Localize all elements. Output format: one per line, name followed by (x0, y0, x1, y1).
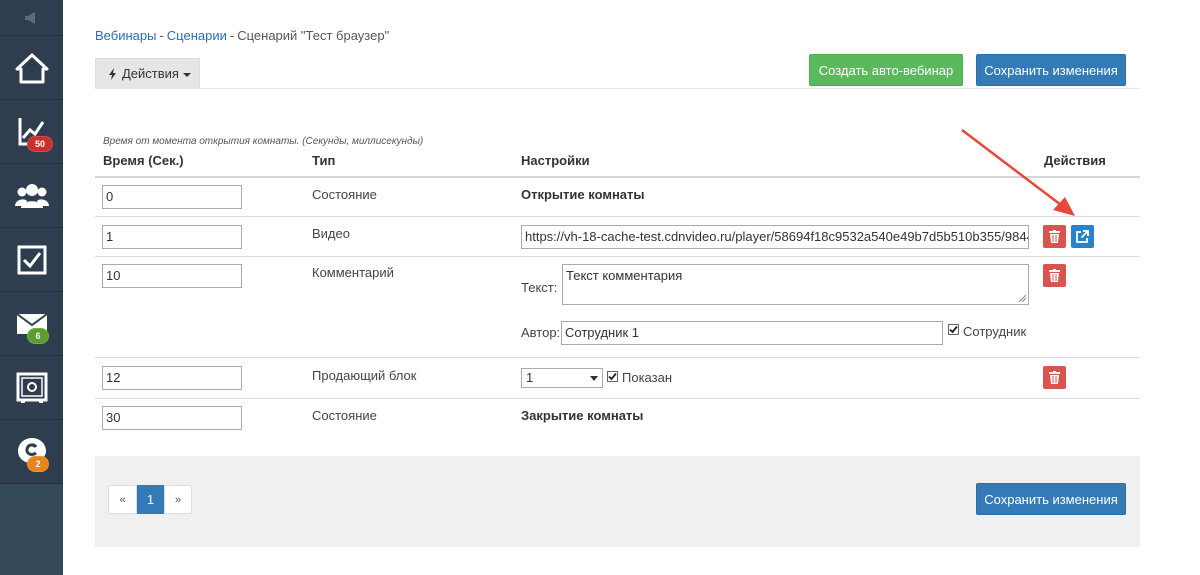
type-label: Продающий блок (312, 368, 417, 383)
breadcrumb-current: Сценарий "Тест браузер" (237, 28, 390, 43)
mail-badge: 6 (27, 328, 49, 344)
sidebar-item-tasks[interactable] (0, 228, 63, 292)
block-select-value: 1 (526, 370, 534, 385)
breadcrumb: Вебинары - Сценарии - Сценарий "Тест браузер… (95, 28, 389, 43)
breadcrumb-scenarios-link[interactable]: Сценарии (167, 28, 227, 43)
setting-label: Открытие комнаты (521, 187, 645, 202)
time-input[interactable]: 1 (102, 225, 242, 249)
safe-icon (16, 372, 47, 403)
sidebar-toggle[interactable] (0, 0, 63, 36)
employee-checkbox[interactable] (948, 324, 959, 335)
breadcrumb-webinars-link[interactable]: Вебинары (95, 28, 156, 43)
time-input[interactable]: 0 (102, 185, 242, 209)
select-arrow-icon (590, 376, 598, 381)
delete-button[interactable] (1043, 264, 1066, 287)
stats-badge: 50 (27, 136, 53, 152)
resize-grip-icon[interactable] (1019, 295, 1026, 302)
pagination-prev[interactable]: « (108, 485, 137, 514)
sidebar-item-stats[interactable]: 50 (0, 100, 63, 164)
setting-label: Закрытие комнаты (521, 408, 644, 423)
chat-badge: 2 (27, 456, 49, 472)
sidebar-item-safe[interactable] (0, 356, 63, 420)
trash-icon (1049, 371, 1060, 384)
time-input[interactable]: 10 (102, 264, 242, 288)
column-header-type: Тип (312, 153, 336, 168)
trash-icon (1049, 230, 1060, 243)
actions-dropdown[interactable]: Действия (95, 58, 200, 88)
comment-text-value: Текст комментария (566, 268, 683, 283)
save-button-bottom[interactable]: Сохранить изменения (976, 483, 1126, 515)
comment-text-input[interactable]: Текст комментария (562, 264, 1029, 305)
column-header-settings: Настройки (521, 153, 590, 168)
users-icon (14, 183, 49, 208)
time-hint: Время от момента открытия комнаты. (Секу… (103, 136, 424, 147)
row-divider (95, 398, 1140, 399)
sidebar-item-chat[interactable]: 2 (0, 420, 63, 484)
delete-button[interactable] (1043, 366, 1066, 389)
pagination-page-1[interactable]: 1 (137, 485, 164, 514)
time-input[interactable]: 12 (102, 366, 242, 390)
sidebar-item-mail[interactable]: 6 (0, 292, 63, 356)
type-label: Состояние (312, 187, 377, 202)
megaphone-icon (24, 11, 35, 24)
time-input[interactable]: 30 (102, 406, 242, 430)
type-label: Видео (312, 226, 350, 241)
comment-text-label: Текст: (521, 280, 558, 295)
checkmark-icon (949, 325, 958, 334)
breadcrumb-separator: - (159, 28, 164, 43)
employee-checkbox-label: Сотрудник (963, 324, 1027, 339)
caret-down-icon (182, 72, 191, 77)
shown-checkbox-label: Показан (622, 370, 673, 385)
actions-dropdown-label: Действия (122, 66, 179, 81)
shown-checkbox[interactable] (607, 371, 618, 382)
annotation-arrow-icon (961, 129, 1075, 216)
toolbar-divider (95, 88, 1140, 89)
open-link-button[interactable] (1071, 225, 1094, 248)
bolt-icon (109, 67, 116, 80)
save-button[interactable]: Сохранить изменения (976, 54, 1126, 86)
home-icon (15, 53, 48, 83)
sidebar-item-home[interactable] (0, 36, 63, 100)
checkbox-icon (17, 245, 46, 274)
pagination: « 1 » (108, 485, 192, 514)
row-divider (95, 256, 1140, 257)
create-auto-webinar-button[interactable]: Создать авто-вебинар (809, 54, 963, 86)
row-divider (95, 357, 1140, 358)
type-label: Комментарий (312, 265, 394, 280)
video-url-input[interactable]: https://vh-18-cache-test.cdnvideo.ru/pla… (521, 225, 1029, 249)
type-label: Состояние (312, 408, 377, 423)
external-link-icon (1076, 230, 1089, 243)
pagination-next[interactable]: » (164, 485, 192, 514)
block-select[interactable]: 1 (521, 368, 603, 388)
author-input[interactable]: Сотрудник 1 (561, 321, 943, 345)
sidebar-item-users[interactable] (0, 164, 63, 228)
sidebar-filler (0, 484, 63, 575)
delete-button[interactable] (1043, 225, 1066, 248)
sidebar: 50 6 2 (0, 0, 63, 575)
checkmark-icon (608, 372, 617, 381)
column-header-time: Время (Сек.) (103, 153, 184, 168)
author-label: Автор: (521, 325, 561, 340)
trash-icon (1049, 269, 1060, 282)
breadcrumb-separator: - (229, 28, 235, 43)
